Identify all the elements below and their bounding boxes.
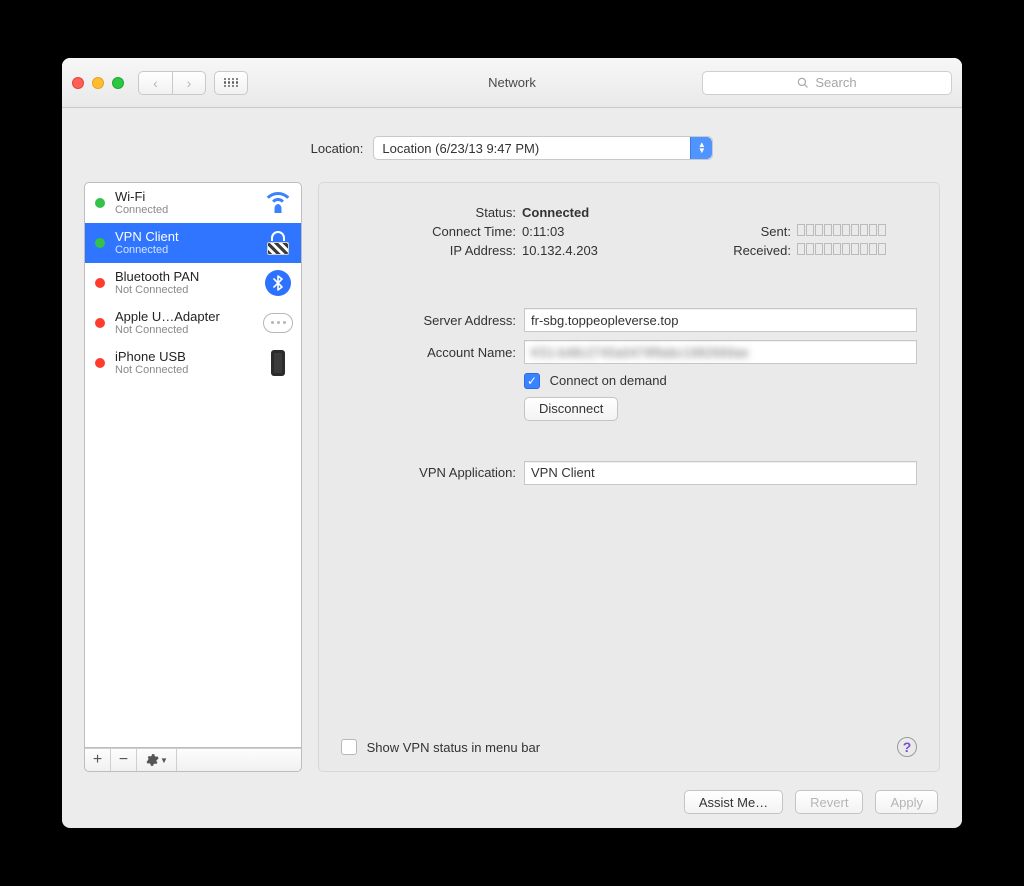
status-dot	[95, 358, 105, 368]
disconnect-button[interactable]: Disconnect	[524, 397, 618, 421]
lock-icon	[263, 230, 293, 256]
remove-interface-button[interactable]: −	[111, 749, 137, 771]
connect-on-demand-row[interactable]: Connect on demand	[524, 372, 917, 389]
interface-name: iPhone USB	[115, 349, 261, 364]
menubar-row: Show VPN status in menu bar ?	[341, 737, 917, 757]
search-field[interactable]: Search	[702, 71, 952, 95]
apply-button[interactable]: Apply	[875, 790, 938, 814]
location-select[interactable]: Location (6/23/13 9:47 PM) ▲▼	[373, 136, 713, 160]
connect-on-demand-checkbox[interactable]	[524, 373, 540, 389]
body: Wi-Fi Connected VPN Client Connected	[84, 182, 940, 772]
interface-status: Connected	[115, 204, 261, 216]
interface-status: Connected	[115, 244, 261, 256]
status-label: Status:	[341, 205, 516, 220]
ip-value: 10.132.4.203	[522, 243, 705, 258]
interface-status: Not Connected	[115, 324, 261, 336]
add-interface-button[interactable]: +	[85, 749, 111, 771]
interfaces-list: Wi-Fi Connected VPN Client Connected	[84, 182, 302, 748]
location-row: Location: Location (6/23/13 9:47 PM) ▲▼	[84, 136, 940, 160]
interface-name: Bluetooth PAN	[115, 269, 261, 284]
sidebar-item-adapter[interactable]: Apple U…Adapter Not Connected	[85, 303, 301, 343]
connect-on-demand-label: Connect on demand	[550, 373, 667, 388]
chevron-down-icon: ▼	[160, 756, 168, 765]
grid-icon	[224, 78, 238, 88]
interface-status: Not Connected	[115, 364, 261, 376]
search-icon	[797, 77, 809, 89]
received-label: Received:	[711, 243, 791, 258]
status-dot	[95, 238, 105, 248]
sidebar-item-vpn[interactable]: VPN Client Connected	[85, 223, 301, 263]
interfaces-sidebar: Wi-Fi Connected VPN Client Connected	[84, 182, 302, 772]
chevron-right-icon: ›	[187, 75, 192, 91]
interface-name: Apple U…Adapter	[115, 309, 261, 324]
server-address-input[interactable]: fr-sbg.toppeopleverse.top	[524, 308, 917, 332]
interface-actions-button[interactable]: ▼	[137, 749, 177, 771]
forward-button[interactable]: ›	[172, 71, 206, 95]
sidebar-item-wifi[interactable]: Wi-Fi Connected	[85, 183, 301, 223]
show-vpn-status-label: Show VPN status in menu bar	[367, 740, 540, 755]
list-footer: + − ▼	[84, 748, 302, 772]
received-value	[797, 243, 917, 255]
sidebar-item-bluetooth[interactable]: Bluetooth PAN Not Connected	[85, 263, 301, 303]
network-preferences-window: ‹ › Network Search Location: Location (6…	[62, 58, 962, 828]
location-label: Location:	[311, 141, 364, 156]
ip-label: IP Address:	[341, 243, 516, 258]
bluetooth-icon	[263, 270, 293, 296]
zoom-button[interactable]	[112, 77, 124, 89]
assist-me-button[interactable]: Assist Me…	[684, 790, 783, 814]
iphone-icon	[263, 350, 293, 376]
window-controls	[72, 77, 124, 89]
minimize-button[interactable]	[92, 77, 104, 89]
status-value: Connected	[522, 205, 917, 220]
interface-status: Not Connected	[115, 284, 261, 296]
wifi-icon	[263, 190, 293, 216]
show-all-button[interactable]	[214, 71, 248, 95]
vpn-application-label: VPN Application:	[341, 465, 516, 480]
interface-name: Wi-Fi	[115, 189, 261, 204]
revert-button[interactable]: Revert	[795, 790, 863, 814]
account-name-input[interactable]: K51-b48c2745a0479f9abc1982669ae	[524, 340, 917, 364]
sent-value	[797, 224, 917, 236]
help-button[interactable]: ?	[897, 737, 917, 757]
titlebar: ‹ › Network Search	[62, 58, 962, 108]
close-button[interactable]	[72, 77, 84, 89]
detail-pane: Status: Connected Connect Time: 0:11:03 …	[318, 182, 940, 772]
ethernet-adapter-icon	[263, 310, 293, 336]
server-address-label: Server Address:	[341, 313, 516, 328]
location-value: Location (6/23/13 9:47 PM)	[382, 141, 539, 156]
status-dot	[95, 278, 105, 288]
show-vpn-status-checkbox[interactable]	[341, 739, 357, 755]
sent-label: Sent:	[711, 224, 791, 239]
account-name-label: Account Name:	[341, 345, 516, 360]
show-vpn-status-row[interactable]: Show VPN status in menu bar	[341, 739, 540, 756]
status-dot	[95, 198, 105, 208]
status-block: Status: Connected Connect Time: 0:11:03 …	[341, 205, 917, 258]
interface-name: VPN Client	[115, 229, 261, 244]
select-stepper-icon: ▲▼	[690, 137, 712, 159]
vpn-application-input[interactable]: VPN Client	[524, 461, 917, 485]
content: Location: Location (6/23/13 9:47 PM) ▲▼ …	[62, 108, 962, 828]
gear-icon	[145, 753, 159, 767]
search-placeholder: Search	[815, 75, 856, 90]
status-dot	[95, 318, 105, 328]
back-button[interactable]: ‹	[138, 71, 172, 95]
nav-segment: ‹ ›	[138, 71, 206, 95]
footer: Assist Me… Revert Apply	[84, 772, 940, 814]
connect-time-value: 0:11:03	[522, 224, 705, 239]
chevron-left-icon: ‹	[153, 75, 158, 91]
connect-time-label: Connect Time:	[341, 224, 516, 239]
sidebar-item-iphone[interactable]: iPhone USB Not Connected	[85, 343, 301, 383]
